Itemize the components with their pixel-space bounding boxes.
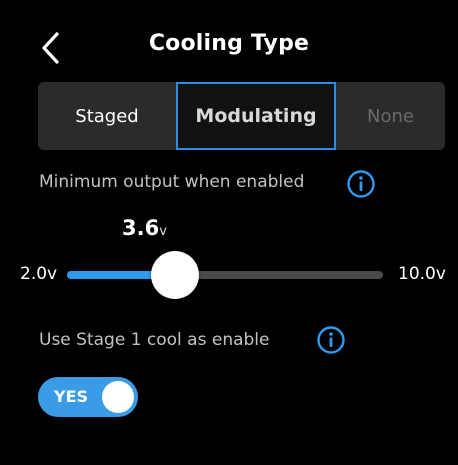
page-title: Cooling Type bbox=[148, 31, 310, 56]
toggle-knob bbox=[102, 381, 134, 413]
cooling-type-screen: Cooling Type Staged Modulating None Mini… bbox=[0, 0, 458, 465]
slider-thumb[interactable] bbox=[151, 251, 200, 299]
cooling-type-selector: Staged Modulating None bbox=[38, 82, 445, 150]
info-icon[interactable] bbox=[316, 325, 346, 355]
segment-none[interactable]: None bbox=[336, 82, 445, 150]
slider-min-label: 2.0v bbox=[20, 264, 58, 284]
minimum-output-slider[interactable] bbox=[67, 271, 383, 279]
slider-value-number: 3.6 bbox=[122, 216, 160, 240]
slider-max-label: 10.0v bbox=[398, 264, 446, 284]
slider-value-unit: v bbox=[159, 224, 167, 239]
stage1-toggle[interactable]: YES bbox=[38, 377, 138, 417]
slider-value-readout: 3.6v bbox=[122, 216, 167, 240]
minimum-output-label: Minimum output when enabled bbox=[39, 172, 305, 192]
segment-modulating[interactable]: Modulating bbox=[176, 82, 336, 150]
info-icon[interactable] bbox=[346, 169, 376, 199]
toggle-label: YES bbox=[54, 387, 89, 406]
segment-staged[interactable]: Staged bbox=[38, 82, 176, 150]
stage1-enable-label: Use Stage 1 cool as enable bbox=[39, 330, 270, 350]
